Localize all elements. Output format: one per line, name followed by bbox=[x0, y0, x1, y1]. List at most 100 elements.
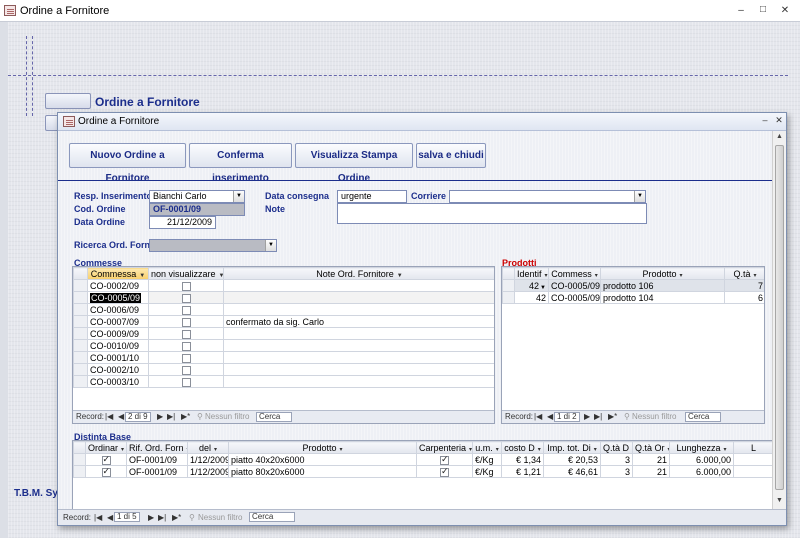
cell-note[interactable] bbox=[223, 363, 494, 376]
cell-nonvis[interactable] bbox=[148, 351, 224, 364]
table-row[interactable]: CO-0009/09 bbox=[73, 327, 494, 340]
cell-nonvis[interactable] bbox=[148, 327, 224, 340]
column-header-rif[interactable]: Rif. Ord. Forn▾ bbox=[126, 441, 188, 454]
dropdown-arrow-icon[interactable]: ▼ bbox=[233, 191, 244, 202]
column-header-qta[interactable]: Q.tà ▾ bbox=[724, 267, 764, 280]
table-row[interactable]: CO-0003/10 bbox=[73, 375, 494, 388]
dropdown-arrow-icon[interactable]: ▼ bbox=[265, 240, 276, 251]
cell-lunghezza[interactable]: 6.000,00 bbox=[669, 465, 734, 478]
last-record-button[interactable]: ▶| bbox=[158, 513, 166, 522]
cell-note[interactable] bbox=[223, 291, 494, 304]
cell-ordinare[interactable] bbox=[85, 453, 127, 466]
resp-combo[interactable]: Bianchi Carlo ▼ bbox=[149, 190, 245, 203]
column-header-del[interactable]: del ▾ bbox=[187, 441, 229, 454]
record-position[interactable]: 2 di 9 bbox=[125, 412, 151, 422]
print-preview-button[interactable]: Visualizza Stampa Ordine bbox=[295, 143, 413, 184]
column-header-lunghezza[interactable]: Lunghezza ▾ bbox=[669, 441, 734, 454]
row-selector[interactable] bbox=[73, 315, 88, 328]
column-header-commessa[interactable]: Commessa ▼ bbox=[87, 267, 149, 280]
prev-record-button[interactable]: ◀ bbox=[547, 412, 553, 421]
new-order-button[interactable]: Nuovo Ordine a Fornitore bbox=[69, 143, 186, 184]
filter-status[interactable]: Nessun filtro bbox=[198, 513, 242, 522]
dialog-close-button[interactable]: ✕ bbox=[772, 115, 786, 127]
cell-nonvis[interactable] bbox=[148, 339, 224, 352]
column-header-note[interactable]: Note Ord. Fornitore ▼ bbox=[223, 267, 494, 280]
cell-commessa[interactable]: CO-0006/09 bbox=[87, 303, 149, 316]
record-position[interactable]: 1 di 5 bbox=[114, 512, 140, 522]
scroll-down-arrow-icon[interactable]: ▼ bbox=[773, 495, 786, 507]
table-row[interactable]: CO-0007/09 confermato da sig. Carlo bbox=[73, 315, 494, 328]
column-header-prodotto[interactable]: Prodotto ▾ bbox=[228, 441, 417, 454]
search-input[interactable]: Cerca bbox=[685, 412, 721, 422]
column-header-prodotto[interactable]: Prodotto ▾ bbox=[600, 267, 725, 280]
cell-nonvis[interactable] bbox=[148, 363, 224, 376]
table-row[interactable]: 42▼ CO-0005/09 prodotto 106 7 bbox=[502, 279, 764, 292]
scroll-thumb[interactable] bbox=[775, 145, 784, 490]
cell-commessa[interactable]: CO-0007/09 bbox=[87, 315, 149, 328]
column-header-identif[interactable]: Identif ▾ bbox=[514, 267, 549, 280]
column-header-commessa[interactable]: Commess ▾ bbox=[548, 267, 601, 280]
cell-nonvis[interactable] bbox=[148, 279, 224, 292]
corner-selector[interactable] bbox=[73, 267, 88, 280]
row-selector[interactable] bbox=[502, 291, 515, 304]
cell-imp[interactable]: € 20,53 bbox=[543, 453, 601, 466]
checkbox[interactable] bbox=[181, 317, 191, 327]
cell-note[interactable] bbox=[223, 351, 494, 364]
column-header-ordinare[interactable]: Ordinar ▾ bbox=[85, 441, 127, 454]
cell-um[interactable]: €/Kg bbox=[472, 453, 502, 466]
cell-del[interactable]: 1/12/2009 bbox=[187, 453, 229, 466]
data-field[interactable]: 21/12/2009 bbox=[149, 216, 216, 229]
first-record-button[interactable]: |◀ bbox=[534, 412, 542, 421]
prev-record-button[interactable]: ◀ bbox=[118, 412, 124, 421]
cell-note[interactable] bbox=[223, 327, 494, 340]
filter-status[interactable]: Nessun filtro bbox=[205, 412, 249, 421]
table-row[interactable]: OF-0001/09 1/12/2009 piatto 40x20x6000 €… bbox=[73, 453, 772, 466]
row-selector[interactable] bbox=[73, 363, 88, 376]
cell-costo[interactable]: € 1,21 bbox=[501, 465, 544, 478]
cell-commessa[interactable]: CO-0005/09 bbox=[548, 279, 601, 292]
checkbox[interactable] bbox=[101, 455, 111, 465]
column-header-nonvis[interactable]: non visualizzare▼ bbox=[148, 267, 224, 280]
cell-commessa[interactable]: CO-0001/10 bbox=[87, 351, 149, 364]
cell-prodotto[interactable]: piatto 40x20x6000 bbox=[228, 453, 417, 466]
checkbox[interactable] bbox=[181, 329, 191, 339]
cell-id[interactable]: 42 bbox=[514, 291, 549, 304]
cell-ordinare[interactable] bbox=[85, 465, 127, 478]
next-record-button[interactable]: ▶ bbox=[584, 412, 590, 421]
cell-qtad[interactable]: 3 bbox=[600, 453, 633, 466]
consegna-field[interactable]: urgente bbox=[337, 190, 407, 203]
dialog-minimize-button[interactable]: – bbox=[758, 115, 772, 127]
ricerca-combo[interactable]: ▼ bbox=[149, 239, 277, 252]
corner-selector[interactable] bbox=[502, 267, 515, 280]
column-header-imp[interactable]: Imp. tot. Di ▾ bbox=[543, 441, 601, 454]
cell-commessa[interactable]: CO-0003/10 bbox=[87, 375, 149, 388]
cell-carpenteria[interactable] bbox=[416, 465, 473, 478]
table-row[interactable]: CO-0010/09 bbox=[73, 339, 494, 352]
search-input[interactable]: Cerca bbox=[256, 412, 292, 422]
corner-selector[interactable] bbox=[73, 441, 86, 454]
checkbox[interactable] bbox=[181, 305, 191, 315]
dropdown-arrow-icon[interactable]: ▼ bbox=[634, 191, 645, 202]
cell-costo[interactable]: € 1,34 bbox=[501, 453, 544, 466]
row-selector[interactable] bbox=[73, 303, 88, 316]
cell-note[interactable] bbox=[223, 279, 494, 292]
row-selector[interactable] bbox=[73, 453, 86, 466]
cell-rif[interactable]: OF-0001/09 bbox=[126, 465, 188, 478]
first-record-button[interactable]: |◀ bbox=[105, 412, 113, 421]
search-input[interactable]: Cerca bbox=[249, 512, 295, 522]
checkbox[interactable] bbox=[101, 467, 111, 477]
column-header-extra[interactable]: L bbox=[733, 441, 772, 454]
table-row[interactable]: OF-0001/09 1/12/2009 piatto 80x20x6000 €… bbox=[73, 465, 772, 478]
column-header-um[interactable]: u.m. ▾ bbox=[472, 441, 502, 454]
first-record-button[interactable]: |◀ bbox=[94, 513, 102, 522]
new-record-button[interactable]: ▶* bbox=[181, 412, 190, 421]
checkbox[interactable] bbox=[181, 293, 191, 303]
cell-note[interactable]: confermato da sig. Carlo bbox=[223, 315, 494, 328]
column-header-qtad[interactable]: Q.tà D▾ bbox=[600, 441, 633, 454]
row-selector[interactable] bbox=[502, 279, 515, 292]
maximize-button[interactable]: □ bbox=[756, 4, 770, 16]
table-row[interactable]: CO-0002/10 bbox=[73, 363, 494, 376]
cell-qtaor[interactable]: 21 bbox=[632, 453, 670, 466]
cell-rif[interactable]: OF-0001/09 bbox=[126, 453, 188, 466]
last-record-button[interactable]: ▶| bbox=[167, 412, 175, 421]
